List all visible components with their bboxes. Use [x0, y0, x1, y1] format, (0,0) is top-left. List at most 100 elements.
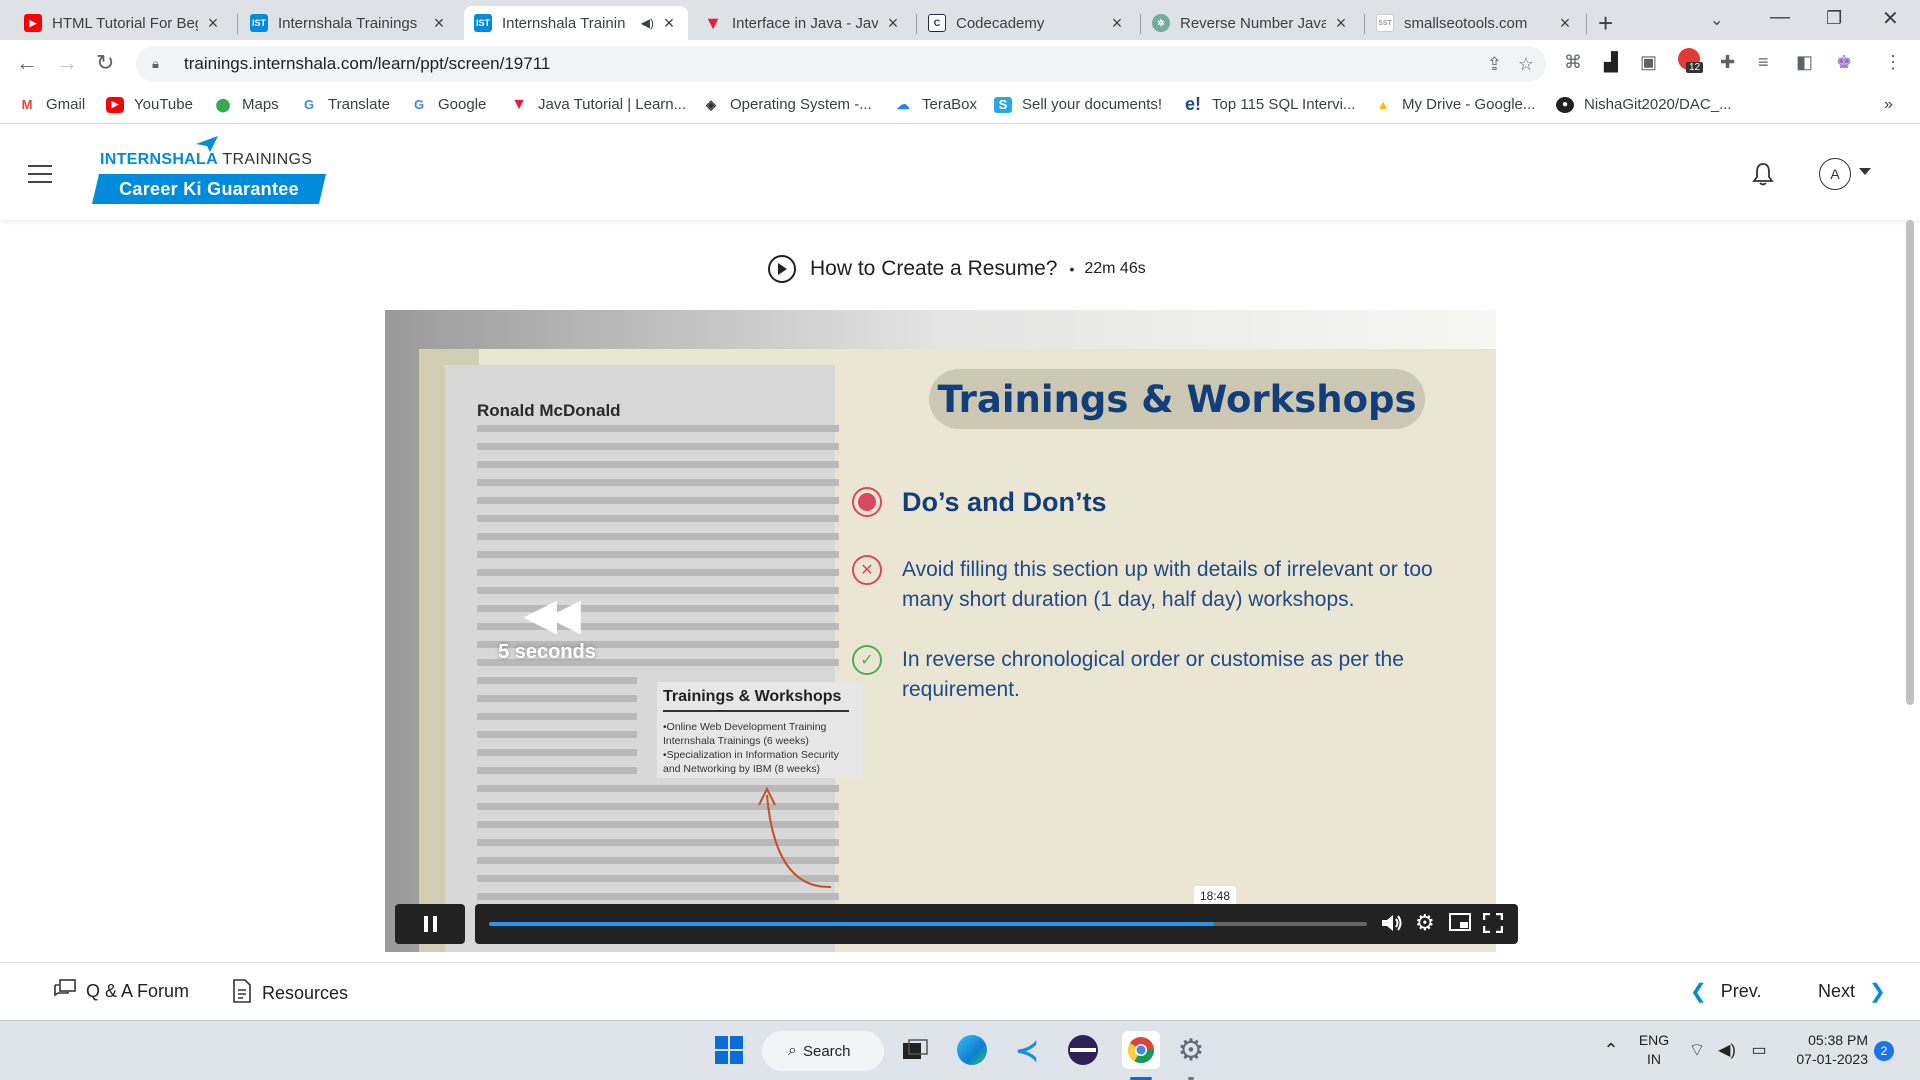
menu-dots-icon[interactable]: ⋮ [1884, 52, 1902, 73]
progress-bar[interactable] [489, 922, 1367, 926]
hamburger-menu-icon[interactable] [28, 165, 52, 189]
chrome-icon[interactable] [1122, 1031, 1160, 1069]
bell-icon[interactable] [1752, 162, 1774, 192]
clock-date: 07-01-2023 [1796, 1051, 1868, 1067]
close-icon[interactable]: × [204, 13, 222, 34]
extension-icon[interactable]: ▣ [1640, 52, 1657, 73]
os-taskbar: ⌕ Search ≺ ⚙ ⌃ ENG IN ⌔ ◀) ▭ 05:38 PM 07… [0, 1020, 1920, 1080]
video-player[interactable]: Ronald McDonald Trainings & Workshops •O… [385, 310, 1496, 952]
bookmark-java[interactable]: ▼ Java Tutorial | Learn... [510, 96, 686, 114]
close-icon[interactable]: × [430, 13, 448, 34]
bookmarks-bar: M Gmail ▶ YouTube ⬤ Maps G Translate G Google… [0, 88, 1920, 124]
language-indicator[interactable]: ENG IN [1638, 1031, 1670, 1069]
bookmark-label: Google [438, 96, 487, 113]
minimize-button[interactable]: — [1770, 6, 1790, 29]
close-window-button[interactable]: ✕ [1882, 6, 1899, 31]
browser-tab[interactable]: SST smallseotools.com × [1366, 6, 1584, 40]
bookmark-sell[interactable]: S Sell your documents! [994, 96, 1162, 113]
battery-icon[interactable]: ▭ [1744, 1035, 1774, 1065]
clock[interactable]: 05:38 PM 07-01-2023 [1784, 1031, 1868, 1069]
settings-gear-icon[interactable]: ⚙ [1176, 1034, 1206, 1067]
browser-tab[interactable]: IST Internshala Trainings × [240, 6, 458, 40]
more-bookmarks-button[interactable]: » [1884, 96, 1893, 114]
extension-icon[interactable]: ▟ [1604, 52, 1618, 73]
play-circle-icon [768, 255, 796, 283]
volume-icon[interactable] [1381, 913, 1403, 939]
extension-icon[interactable]: ⌘ [1564, 52, 1582, 73]
avatar[interactable]: A [1819, 158, 1851, 190]
close-icon[interactable]: × [660, 13, 678, 34]
edge-icon[interactable] [957, 1035, 987, 1065]
chat-icon [54, 979, 76, 1004]
share-icon[interactable]: ⇪ [1487, 54, 1502, 75]
paper-plane-icon [196, 136, 218, 152]
taskbar-search[interactable]: ⌕ Search [762, 1031, 884, 1071]
bookmark-google[interactable]: G Google [410, 96, 486, 113]
reload-button[interactable]: ↻ [96, 50, 114, 76]
bookmark-drive[interactable]: ▲ My Drive - Google... [1374, 96, 1536, 113]
eclipse-icon[interactable] [1068, 1035, 1098, 1065]
tab-title: HTML Tutorial For Beg [52, 14, 198, 32]
back-button[interactable]: ← [16, 50, 38, 76]
sidepanel-icon[interactable]: ◧ [1796, 52, 1813, 73]
windows-start-icon[interactable] [714, 1035, 744, 1065]
media-icon[interactable]: ≡ [1758, 52, 1769, 73]
chevron-down-icon[interactable] [1859, 168, 1871, 175]
next-button[interactable]: Next ❯ [1818, 979, 1886, 1004]
bookmark-youtube[interactable]: ▶ YouTube [106, 96, 193, 113]
speaker-icon[interactable]: ◀) [641, 16, 654, 30]
resources-button[interactable]: Resources [232, 979, 348, 1008]
adblock-icon[interactable]: 12 [1678, 48, 1704, 75]
document-icon [232, 979, 252, 1008]
bookmark-label: TeraBox [922, 96, 978, 113]
settings-gear-icon[interactable]: ⚙ [1415, 910, 1435, 936]
bookmark-star-icon[interactable]: ☆ [1518, 54, 1534, 75]
close-icon[interactable]: × [1108, 13, 1126, 34]
bookmark-os[interactable]: ◈ Operating System -... [702, 96, 872, 113]
task-view-icon[interactable] [900, 1035, 930, 1065]
browser-tab[interactable]: ▼ Interface in Java - Java × [694, 6, 912, 40]
profile-icon[interactable]: ♚ [1836, 52, 1852, 73]
slide-dont-item: ✕ Avoid filling this section up with det… [852, 555, 1452, 615]
arrow-icon [758, 786, 832, 889]
rewind-indicator: ◀◀ 5 seconds [477, 593, 617, 664]
close-icon[interactable]: × [1332, 13, 1350, 34]
chevron-up-icon[interactable]: ⌃ [1596, 1035, 1626, 1065]
youtube-icon: ▶ [106, 96, 124, 113]
site-logo[interactable]: INTERNSHALA TRAININGS [100, 151, 312, 169]
bookmark-terabox[interactable]: ☁ TeraBox [894, 96, 978, 113]
slide-do-item: ✓ In reverse chronological order or cust… [852, 645, 1452, 705]
notification-badge[interactable]: 2 [1874, 1041, 1894, 1061]
new-tab-button[interactable]: + [1598, 8, 1613, 39]
separator-dot: • [1069, 261, 1075, 277]
tab-title: Codecademy [956, 14, 1045, 32]
bookmark-maps[interactable]: ⬤ Maps [214, 96, 279, 113]
resources-label: Resources [262, 983, 349, 1003]
close-icon[interactable]: × [1556, 13, 1574, 34]
puzzle-icon[interactable]: ✚ [1720, 52, 1735, 73]
address-bar[interactable]: 🔒︎ trainings.internshala.com/learn/ppt/s… [136, 46, 1546, 82]
lock-icon[interactable]: 🔒︎ [152, 56, 166, 72]
browser-tab[interactable]: ▶ HTML Tutorial For Beg × [14, 6, 232, 40]
bookmark-gmail[interactable]: M Gmail [18, 96, 86, 113]
vscode-icon[interactable]: ≺ [1012, 1035, 1042, 1066]
bookmark-github[interactable]: ● NishaGit2020/DAC_... [1556, 96, 1732, 113]
speaker-icon[interactable]: ◀) [1712, 1035, 1742, 1065]
pause-button[interactable] [395, 904, 465, 944]
fullscreen-icon[interactable] [1482, 912, 1504, 939]
browser-tab[interactable]: C Codecademy × [918, 6, 1136, 40]
restore-button[interactable]: ❐ [1826, 8, 1842, 29]
bookmark-sql[interactable]: e! Top 115 SQL Intervi... [1184, 94, 1355, 114]
page-scrollbar[interactable] [1906, 220, 1914, 705]
close-icon[interactable]: × [884, 13, 902, 34]
clock-time: 05:38 PM [1808, 1032, 1868, 1048]
forward-button[interactable]: → [56, 50, 78, 76]
qa-forum-button[interactable]: Q & A Forum [54, 979, 189, 1004]
browser-tab-active[interactable]: IST Internshala Trainin ◀) × [464, 6, 688, 40]
wifi-icon[interactable]: ⌔ [1682, 1035, 1712, 1065]
picture-in-picture-icon[interactable] [1449, 913, 1471, 937]
tab-search-icon[interactable]: ⌄ [1710, 10, 1723, 30]
prev-button[interactable]: ❮ Prev. [1690, 979, 1761, 1004]
browser-tab[interactable]: ✲ Reverse Number Java × [1142, 6, 1360, 40]
bookmark-translate[interactable]: G Translate [300, 96, 390, 113]
